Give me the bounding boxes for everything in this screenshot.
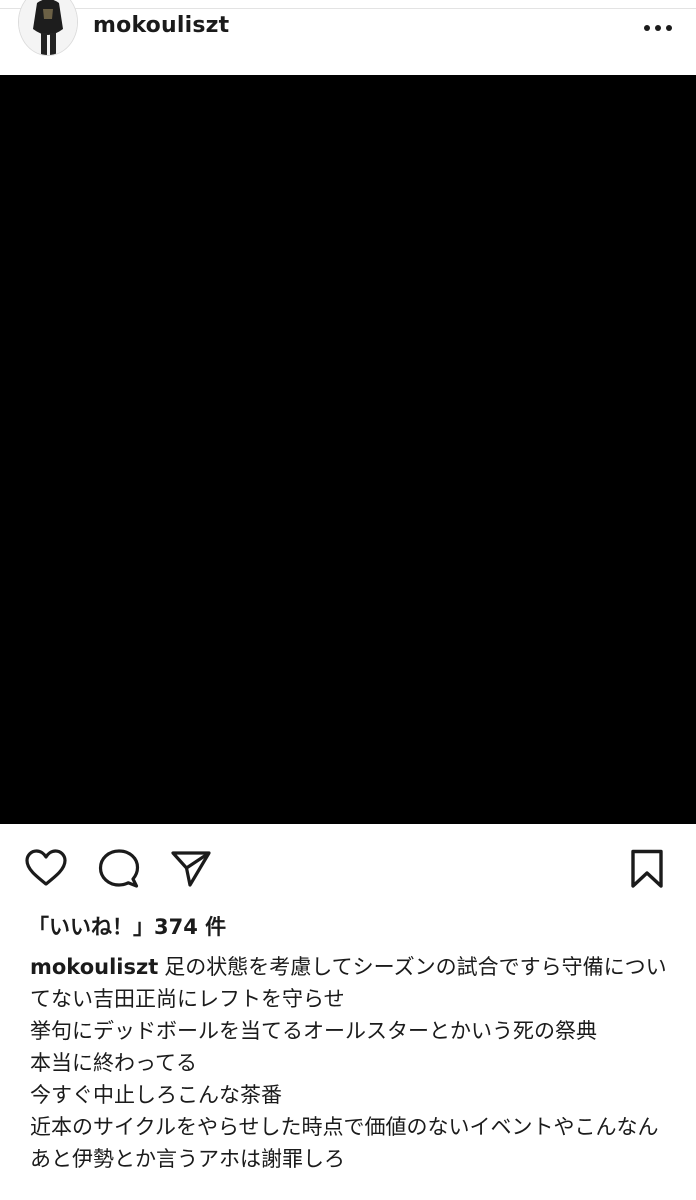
like-count[interactable]: 「いいね！」374 件 [28,911,226,941]
more-options-icon[interactable] [640,16,676,40]
comment-icon[interactable] [98,849,140,889]
username[interactable]: mokouliszt [93,13,229,38]
caption-line-5: 近本のサイクルをやらせした時点で価値のないイベントやこんなん [30,1115,659,1139]
post-header: mokouliszt [0,0,696,75]
post-image[interactable] [0,75,696,824]
caption-line-6: あと伊勢とか言うアホは謝罪しろ [30,1147,345,1171]
bookmark-icon[interactable] [630,849,664,889]
caption-line-2: 挙句にデッドボールを当てるオールスターとかいう死の祭典 [30,1019,597,1043]
caption-line-1: mokouliszt 足の状態を考慮してシーズンの試合ですら守備についてない吉田正… [30,951,670,1015]
caption-line-4: 今すぐ中止しろこんな茶番 [30,1083,282,1107]
send-icon[interactable] [170,850,212,888]
caption-line-3: 本当に終わってる [30,1051,197,1075]
action-bar [0,824,696,914]
post-caption: mokouliszt 足の状態を考慮してシーズンの試合ですら守備についてない吉田正… [30,951,670,1175]
avatar[interactable] [18,0,78,56]
heart-icon[interactable] [24,848,68,888]
caption-username[interactable]: mokouliszt [30,955,158,979]
